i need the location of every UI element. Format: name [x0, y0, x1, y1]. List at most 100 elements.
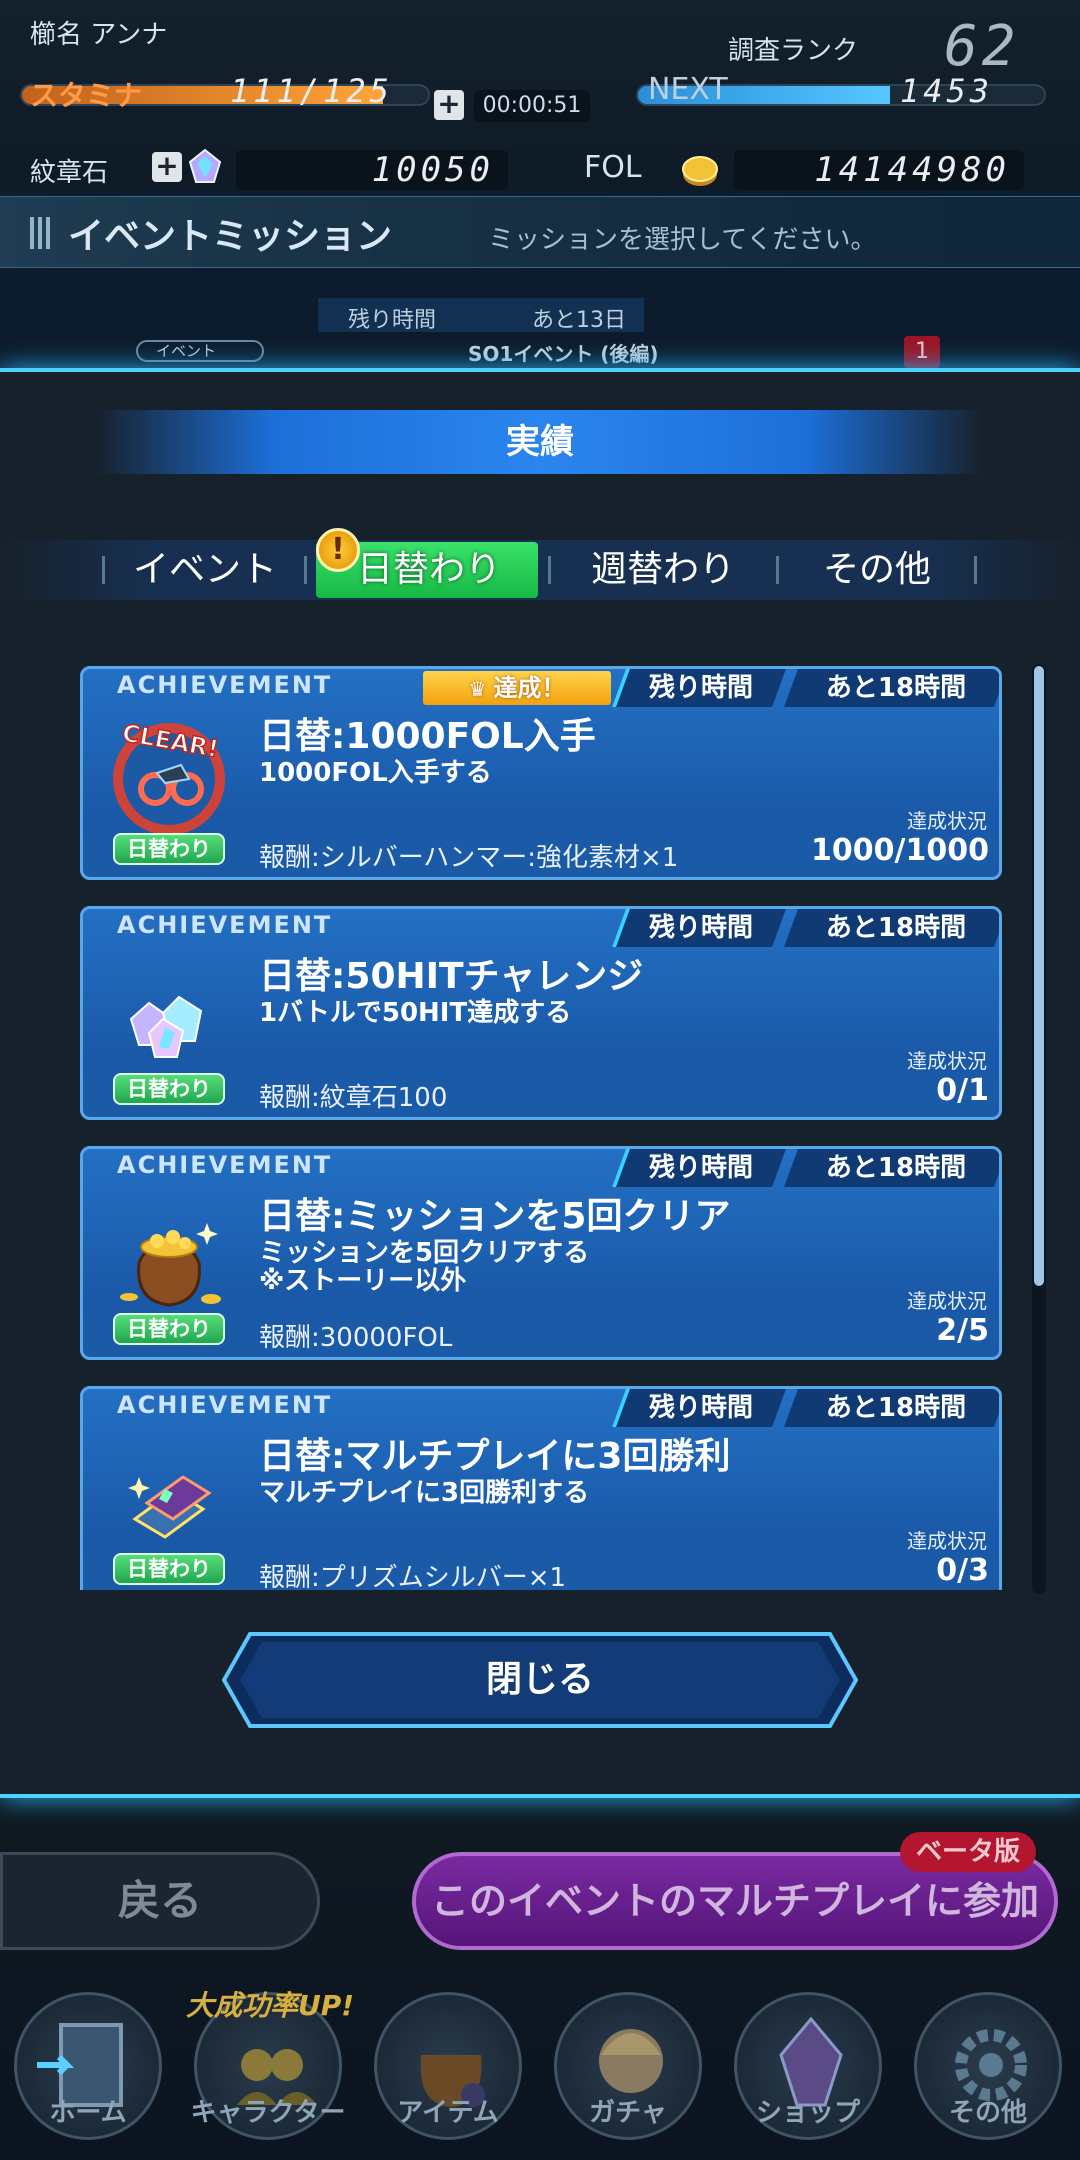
exp-bar: NEXT 1453 [636, 72, 1046, 110]
tab-divider [974, 556, 977, 584]
daily-chip: 日替わり [113, 1553, 225, 1585]
tab-divider [776, 556, 779, 584]
event-remaining-label: 残り時間 [348, 308, 437, 333]
back-button[interactable]: 戻る [0, 1852, 320, 1950]
mission-card[interactable]: ACHIEVEMENT ♛ 達成！ 残り時間 あと18時間 CLEAR! 日替:… [80, 666, 1002, 880]
nav-home-label: ホーム [49, 2098, 127, 2128]
prism-silver-icon [99, 1433, 239, 1557]
rank-value: 62 [944, 14, 1020, 79]
stamina-bar: スタミナ 111/125 [20, 72, 430, 112]
daily-chip: 日替わり [113, 1073, 225, 1105]
scrollbar-thumb[interactable] [1034, 666, 1044, 1286]
tab-other[interactable]: その他 [784, 540, 970, 600]
rank-label: 調査ランク [728, 36, 859, 66]
reward-text: 報酬:シルバーハンマー:強化素材×1 [259, 843, 679, 873]
remaining-value-box: あと18時間 [784, 1149, 999, 1187]
remaining-label: 残り時間 [648, 1393, 753, 1423]
mission-card[interactable]: ACHIEVEMENT 残り時間 あと18時間 日替:ミッションを5回クリア ミ… [80, 1146, 1002, 1360]
event-remaining-value: あと13日 [532, 308, 626, 333]
progress-value: 1000/1000 [811, 833, 989, 868]
daily-chip: 日替わり [113, 833, 225, 865]
nav-item-label: アイテム [397, 2098, 499, 2128]
remaining-value-box: あと18時間 [784, 669, 999, 707]
promo-label: 大成功率UP! [186, 1989, 355, 2022]
mission-card[interactable]: ACHIEVEMENT 残り時間 あと18時間 日替:50HITチャレンジ 1バ… [80, 906, 1002, 1120]
card-category: ACHIEVEMENT [117, 671, 333, 699]
remaining-value: あと18時間 [825, 913, 967, 943]
status-bar: 櫛名 アンナ 調査ランク 62 スタミナ 111/125 + 00:00:51 … [0, 0, 1080, 190]
reward-text: 報酬:30000FOL [259, 1323, 453, 1353]
crest-label: 紋章石 [30, 158, 109, 188]
card-category: ACHIEVEMENT [117, 1391, 333, 1419]
progress-label: 達成状況 [907, 1529, 987, 1553]
daily-chip: 日替わり [113, 1313, 225, 1345]
mission-title: 日替:ミッションを5回クリア [259, 1196, 731, 1237]
progress-label: 達成状況 [907, 1049, 987, 1073]
event-name: SO1イベント (後編) [468, 342, 659, 366]
fol-coin-icon [680, 150, 720, 190]
card-category: ACHIEVEMENT [117, 1151, 333, 1179]
mission-desc: 1バトルで50HIT達成する [259, 998, 572, 1028]
mission-desc: マルチプレイに3回勝利する [259, 1478, 590, 1508]
stamina-label: スタミナ [30, 79, 143, 112]
card-clip: ACHIEVEMENT 残り時間 あと18時間 日替:マルチプレイに3回勝利 マ… [0, 1386, 1080, 1590]
event-remaining: 残り時間 あと13日 [318, 298, 644, 333]
close-button[interactable]: 閉じる [222, 1632, 858, 1728]
event-mission-header: イベントミッション ミッションを選択してください。 [0, 196, 1080, 268]
remaining-label-box: 残り時間 [612, 669, 786, 707]
remaining-value: あと18時間 [825, 1153, 967, 1183]
progress-label: 達成状況 [907, 1289, 987, 1313]
achieved-badge: ♛ 達成！ [423, 671, 611, 705]
next-value: 1453 [900, 72, 994, 110]
modal-title: 実績 [95, 410, 985, 474]
crest-stone-icon [186, 148, 224, 186]
crest-value: 10050 [236, 150, 508, 190]
next-label: NEXT [648, 72, 728, 107]
progress-value: 0/3 [936, 1553, 989, 1588]
event-mission-title: イベントミッション [68, 216, 393, 257]
stamina-value: 111/125 [230, 72, 393, 110]
remaining-value: あと18時間 [825, 1393, 967, 1423]
stamina-plus-button[interactable]: + [434, 90, 464, 120]
remaining-label-box: 残り時間 [612, 909, 786, 947]
stamina-timer: 00:00:51 [474, 90, 590, 122]
nav-character-label: キャラクター [190, 2098, 346, 2128]
beta-badge: ベータ版 [900, 1832, 1036, 1872]
remaining-label-box: 残り時間 [612, 1389, 786, 1427]
nav-gacha-label: ガチャ [589, 2098, 667, 2128]
remaining-label: 残り時間 [648, 673, 753, 703]
remaining-label: 残り時間 [648, 1153, 753, 1183]
nav-other-label: その他 [948, 2098, 1027, 2128]
tab-alert-icon: ! [316, 528, 360, 572]
progress-label: 達成状況 [907, 809, 987, 833]
close-label: 閉じる [485, 1659, 594, 1700]
tab-divider [548, 556, 551, 584]
event-count-badge: 1 [904, 336, 940, 368]
progress-value: 0/1 [936, 1073, 989, 1108]
tab-divider [102, 556, 105, 584]
crest-plus-button[interactable]: + [152, 152, 182, 182]
header-stripe-icon [30, 217, 54, 249]
instruction-text: ミッションを選択してください。 [488, 225, 877, 255]
mission-title: 日替:1000FOL入手 [259, 716, 596, 757]
tab-event[interactable]: イベント [112, 540, 298, 600]
progress-value: 2/5 [936, 1313, 989, 1348]
remaining-value: あと18時間 [825, 673, 967, 703]
remaining-value-box: あと18時間 [784, 1389, 999, 1427]
fol-value: 14144980 [734, 150, 1024, 190]
mission-title: 日替:50HITチャレンジ [259, 956, 644, 997]
gold-bag-icon [99, 1193, 239, 1317]
tab-divider [304, 556, 307, 584]
crest-stones-icon [99, 953, 239, 1077]
reward-text: 報酬:紋章石100 [259, 1083, 448, 1113]
reward-text: 報酬:プリズムシルバー×1 [259, 1563, 567, 1590]
player-name: 櫛名 アンナ [30, 20, 168, 50]
event-tag: イベント [136, 340, 264, 362]
mission-title: 日替:マルチプレイに3回勝利 [259, 1436, 731, 1477]
mission-card[interactable]: ACHIEVEMENT 残り時間 あと18時間 日替:マルチプレイに3回勝利 マ… [80, 1386, 1002, 1590]
remaining-value-box: あと18時間 [784, 909, 999, 947]
nav-shop-label: ショップ [755, 2098, 860, 2128]
clear-medal-icon: CLEAR! [99, 713, 239, 837]
tab-weekly[interactable]: 週替わり [556, 540, 770, 600]
achieved-label: 達成！ [493, 674, 566, 702]
